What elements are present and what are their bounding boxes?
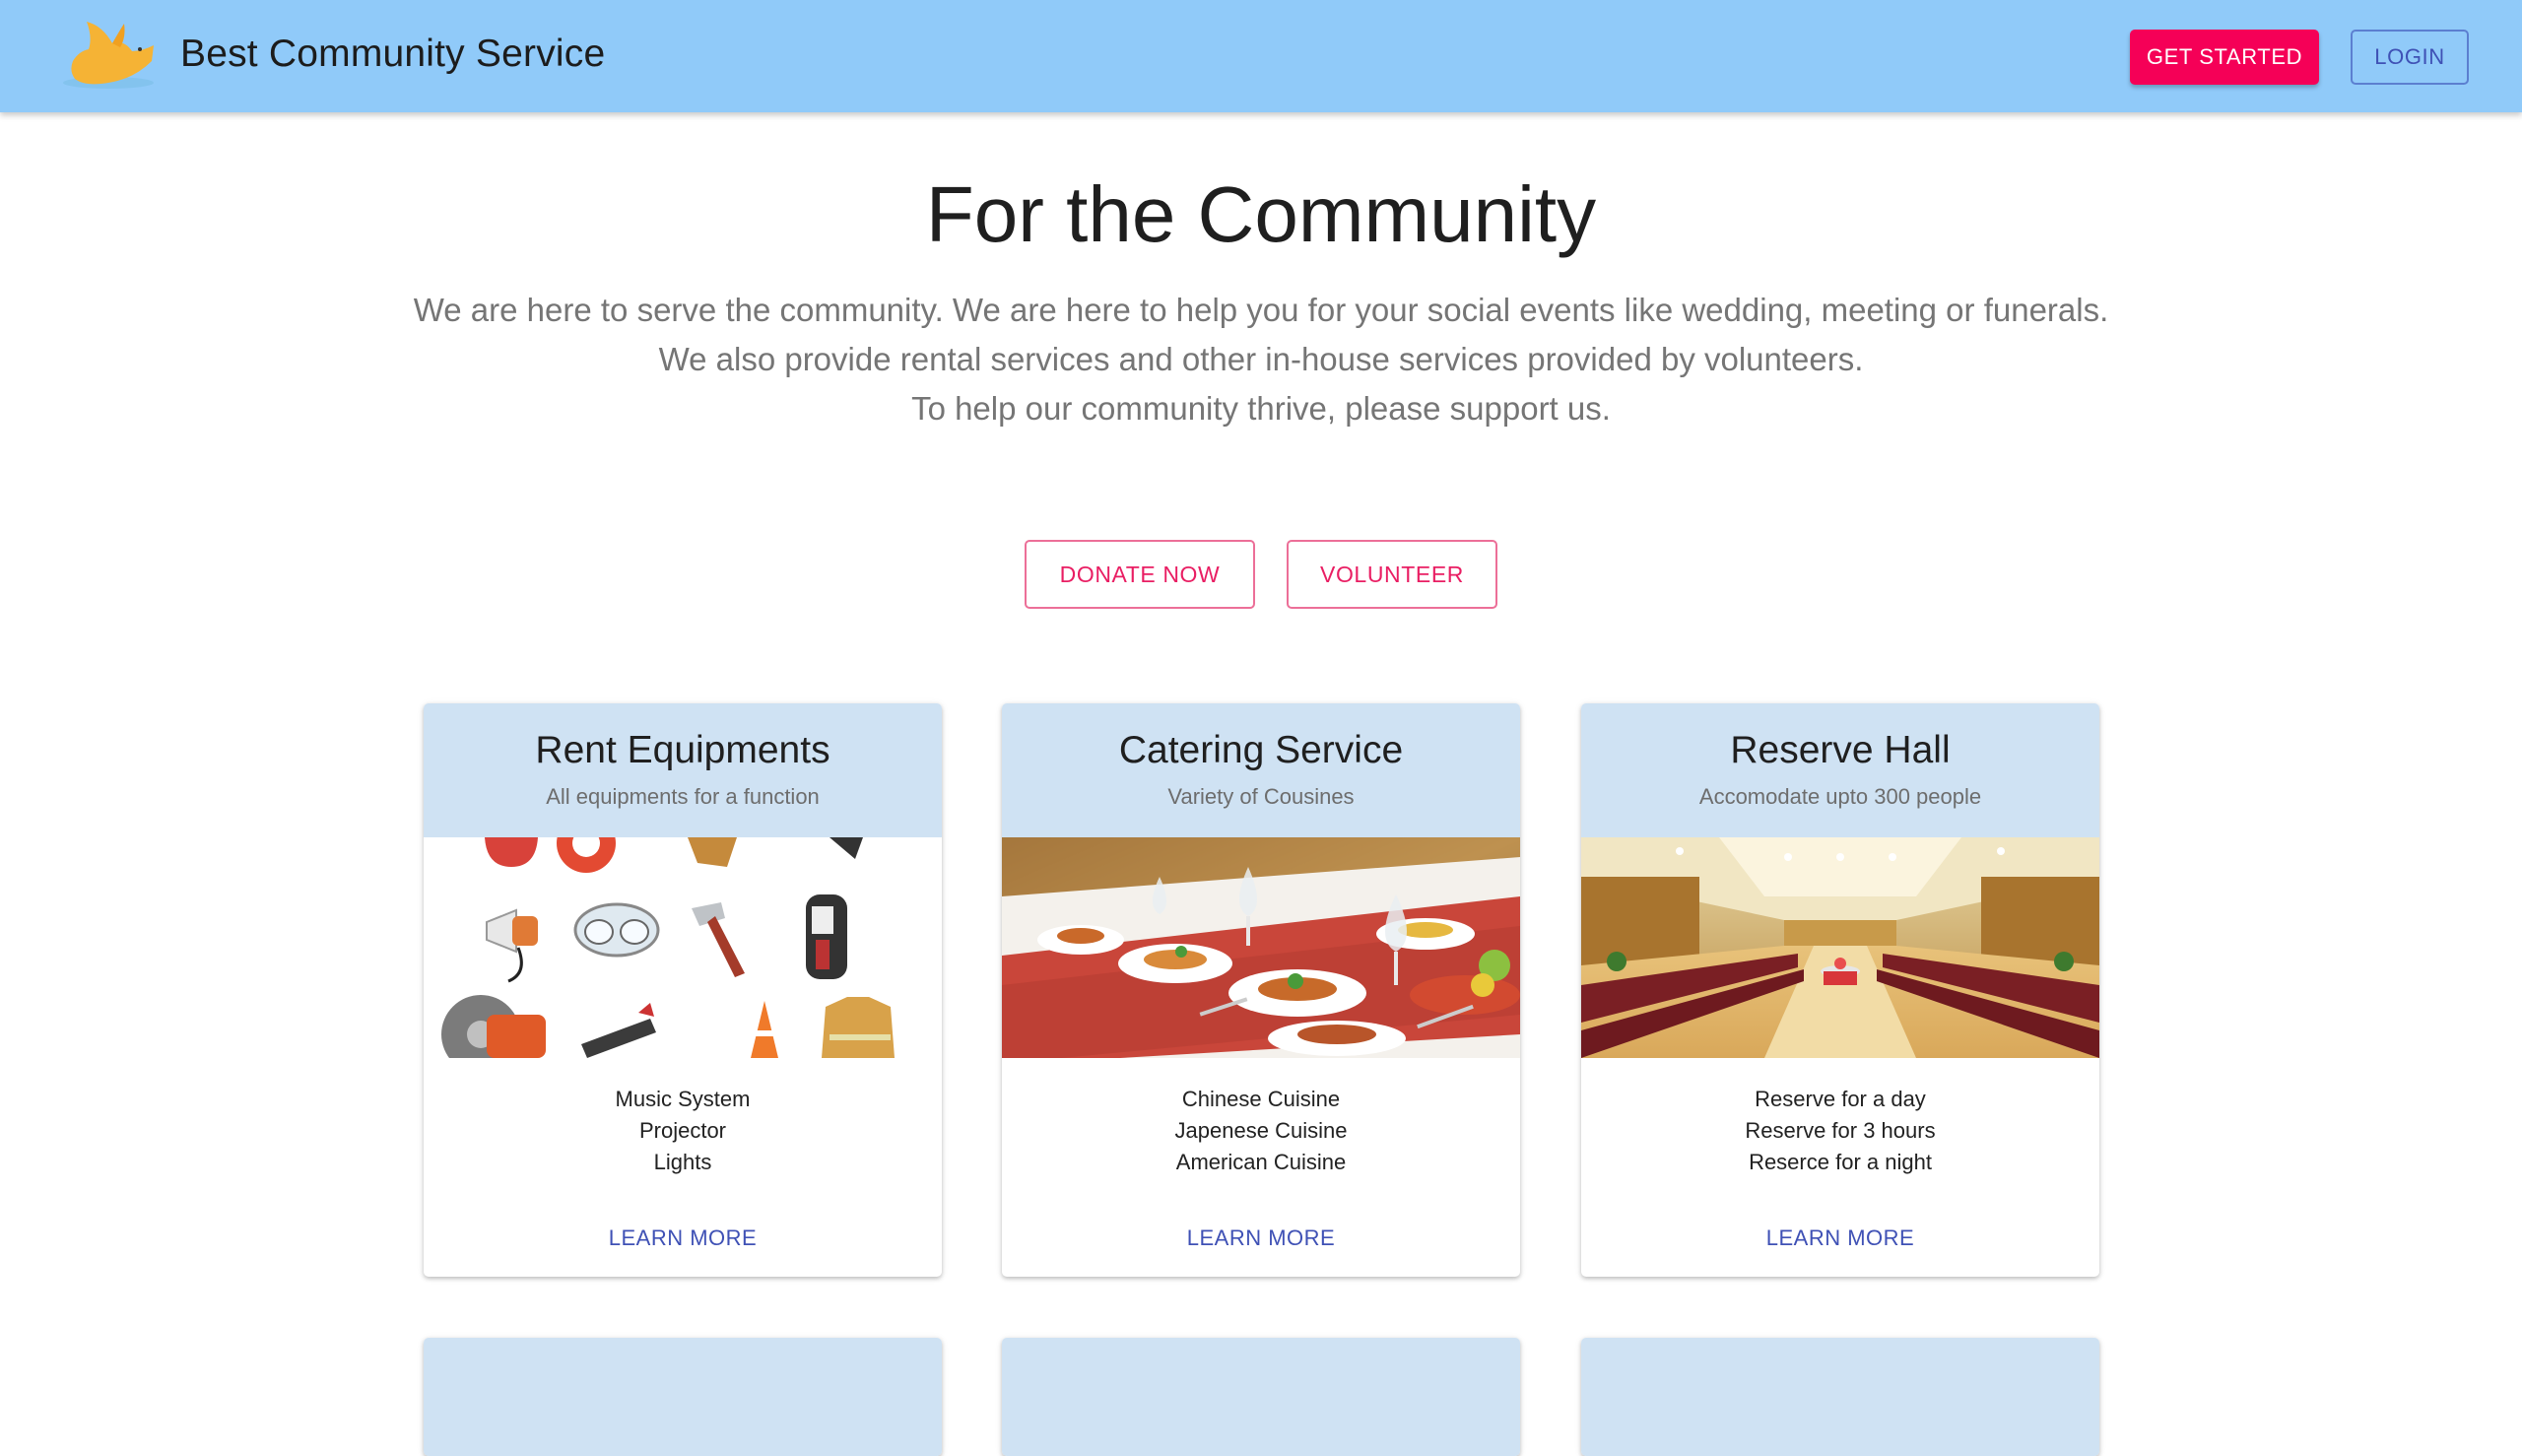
card-item: Reserve for 3 hours <box>1745 1118 1936 1143</box>
card-header: Rent Equipments All equipments for a fun… <box>424 703 942 837</box>
card-item: American Cuisine <box>1175 1150 1347 1174</box>
card-subtitle: Accomodate upto 300 people <box>1698 784 1982 809</box>
card-item: Reserce for a night <box>1749 1150 1932 1174</box>
dove-logo-icon[interactable] <box>55 18 162 95</box>
card-item: Reserve for a day <box>1755 1087 1926 1111</box>
card-item: Chinese Cuisine <box>1181 1087 1341 1111</box>
card-item: Projector <box>638 1118 727 1143</box>
get-started-button[interactable]: GET STARTED <box>2130 30 2319 85</box>
card-rent-equipments: Rent Equipments All equipments for a fun… <box>424 703 942 1277</box>
card-header <box>424 1338 942 1456</box>
brand-title[interactable]: Best Community Service <box>180 33 605 76</box>
card-title: Rent Equipments <box>535 729 830 771</box>
card-next-row <box>424 1338 942 1456</box>
card-next-row <box>1581 1338 2099 1456</box>
hero-title: For the Community <box>925 170 1597 258</box>
banquet-table-image <box>1002 837 1520 1058</box>
card-subtitle: All equipments for a function <box>546 784 820 809</box>
card-title: Reserve Hall <box>1730 729 1951 771</box>
learn-more-link[interactable]: LEARN MORE <box>1002 1225 1520 1251</box>
card-header <box>1002 1338 1520 1456</box>
app-bar: Best Community Service GET STARTED LOGIN <box>0 0 2522 112</box>
hero-line: We are here to serve the community. We a… <box>413 292 2109 328</box>
card-catering-service: Catering Service Variety of Cousines Chi… <box>1002 703 1520 1277</box>
card-header: Catering Service Variety of Cousines <box>1002 703 1520 837</box>
card-next-row <box>1002 1338 1520 1456</box>
card-reserve-hall: Reserve Hall Accomodate upto 300 people <box>1581 703 2099 1277</box>
donate-now-button[interactable]: DONATE NOW <box>1025 540 1255 609</box>
volunteer-button[interactable]: VOLUNTEER <box>1287 540 1497 609</box>
card-title: Catering Service <box>1118 729 1404 771</box>
card-subtitle: Variety of Cousines <box>1167 784 1355 809</box>
equipment-collage-image <box>424 837 942 1058</box>
event-hall-image <box>1581 837 2099 1058</box>
card-item: Lights <box>653 1150 712 1174</box>
card-items: Music System Projector Lights <box>424 1084 942 1178</box>
hero-line: We also provide rental services and othe… <box>658 341 1864 377</box>
card-items: Chinese Cuisine Japenese Cuisine America… <box>1002 1084 1520 1178</box>
card-item: Music System <box>615 1087 751 1111</box>
card-item: Japenese Cuisine <box>1174 1118 1348 1143</box>
login-button[interactable]: LOGIN <box>2351 30 2469 85</box>
card-header: Reserve Hall Accomodate upto 300 people <box>1581 703 2099 837</box>
hero-line: To help our community thrive, please sup… <box>911 390 1611 427</box>
card-items: Reserve for a day Reserve for 3 hours Re… <box>1581 1084 2099 1178</box>
card-header <box>1581 1338 2099 1456</box>
hero-description: We are here to serve the community. We a… <box>0 286 2522 433</box>
learn-more-link[interactable]: LEARN MORE <box>424 1225 942 1251</box>
learn-more-link[interactable]: LEARN MORE <box>1581 1225 2099 1251</box>
